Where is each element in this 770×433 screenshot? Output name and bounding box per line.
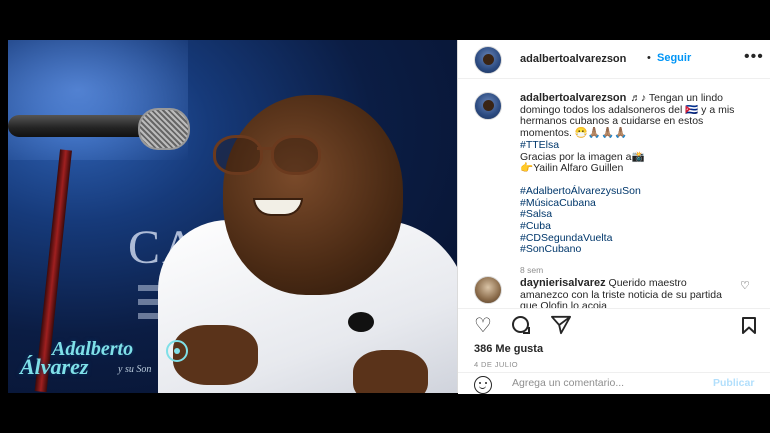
hashtag-link[interactable]: #SonCubano	[520, 244, 752, 256]
author-username[interactable]: adalbertoalvarezson	[520, 53, 626, 65]
microphone-head	[138, 108, 190, 150]
hashtag-link[interactable]: #Cuba	[520, 220, 752, 233]
author-avatar[interactable]	[474, 46, 502, 74]
microphone-arm	[8, 115, 158, 137]
comment-text-block: daynierisalvarez Querido maestro amanezc…	[520, 277, 732, 308]
more-options-icon[interactable]: •••	[744, 49, 764, 65]
share-paper-plane-icon[interactable]	[550, 315, 572, 335]
caption-author-avatar[interactable]	[474, 92, 502, 120]
caption-credit-name: 👉Yailin Alfaro Guillen	[520, 162, 624, 175]
bookmark-icon[interactable]	[742, 317, 756, 334]
logo-line-2: Álvarez	[20, 354, 89, 379]
caption-username[interactable]: adalbertoalvarezson	[520, 92, 626, 104]
follow-button[interactable]: Seguir	[657, 52, 691, 64]
like-heart-icon[interactable]: ♡	[474, 316, 492, 336]
post-date[interactable]: 4 DE JULIO	[474, 360, 518, 369]
vinyl-disc-icon	[166, 340, 188, 362]
performer-head	[223, 95, 403, 295]
artist-logo: Adalberto Álvarez y su Son	[20, 338, 200, 388]
add-comment-bar: Publicar	[458, 372, 770, 394]
comment-input[interactable]	[512, 377, 702, 389]
caption-timestamp[interactable]: 8 sem	[520, 265, 752, 277]
hashtag-link[interactable]: #MúsicaCubana	[520, 197, 752, 210]
publish-button[interactable]: Publicar	[713, 377, 754, 389]
commenter-avatar[interactable]	[474, 276, 502, 304]
emoji-smiley-icon[interactable]	[474, 376, 492, 394]
comment-like-icon[interactable]: ♡	[740, 279, 750, 292]
logo-line-3: y su Son	[118, 364, 152, 375]
comments-section[interactable]: adalbertoalvarezson ♬♪ Tengan un lindo do…	[458, 78, 770, 309]
separator-dot: •	[647, 52, 651, 64]
likes-count[interactable]: 386 Me gusta	[474, 343, 543, 355]
hashtag-link[interactable]: #AdalbertoÁlvarezysuSon	[520, 185, 752, 198]
instagram-post-embed: CASA Adalberto Álvarez y su Son adalbert…	[8, 40, 770, 394]
post-caption: adalbertoalvarezson ♬♪ Tengan un lindo do…	[520, 92, 752, 277]
performer-hand-right	[353, 350, 428, 393]
post-photo[interactable]: CASA Adalberto Álvarez y su Son	[8, 40, 457, 393]
performer-glasses	[213, 135, 333, 175]
hashtag-link[interactable]: #Salsa	[520, 209, 752, 221]
post-header: adalbertoalvarezson • Seguir •••	[458, 40, 770, 79]
lavalier-microphone	[348, 312, 374, 332]
commenter-username[interactable]: daynierisalvarez	[520, 277, 606, 289]
hashtag-link[interactable]: #TTElsa	[520, 139, 752, 152]
post-side-panel: adalbertoalvarezson • Seguir ••• adalber…	[457, 40, 770, 394]
comment-bubble-icon[interactable]	[512, 316, 530, 334]
post-actions: ♡ 386 Me gusta 4 DE JULIO Publicar	[458, 308, 770, 394]
